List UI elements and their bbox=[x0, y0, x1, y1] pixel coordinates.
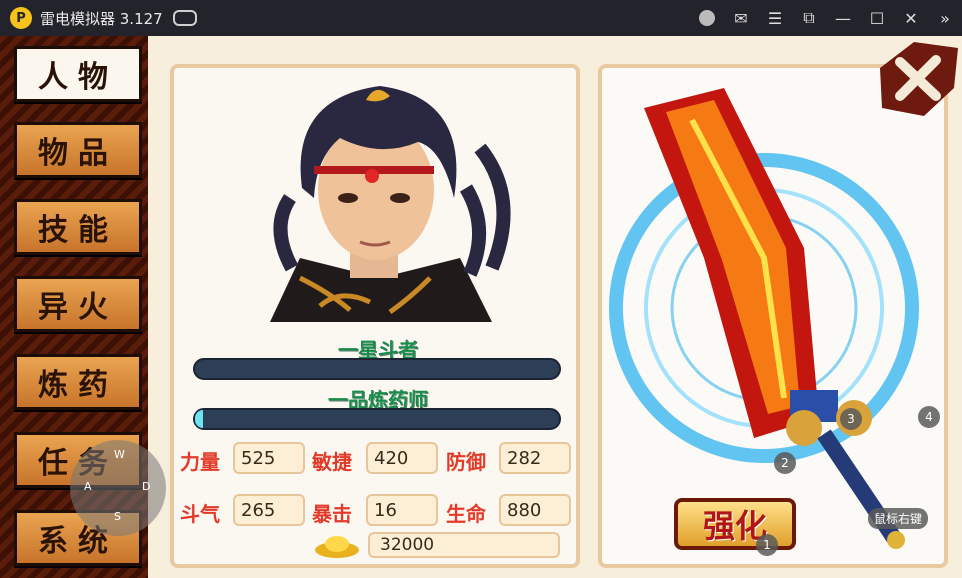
stat-label-agility: 敏捷 bbox=[312, 450, 352, 474]
stat-value-crit: 16 bbox=[366, 494, 438, 526]
tab-label: 异火 bbox=[38, 290, 118, 325]
key-badge[interactable]: 1 bbox=[756, 534, 778, 556]
joystick-key-up: W bbox=[114, 448, 125, 461]
stat-label-douqi: 斗气 bbox=[180, 502, 220, 526]
stat-label-strength: 力量 bbox=[180, 450, 220, 474]
expand-sidebar-icon[interactable]: » bbox=[928, 0, 962, 36]
close-icon[interactable]: ✕ bbox=[894, 0, 928, 36]
stat-value-agility: 420 bbox=[366, 442, 438, 474]
tab-items[interactable]: 物品 bbox=[14, 122, 142, 178]
close-panel-icon[interactable] bbox=[874, 38, 960, 118]
maximize-icon[interactable]: ☐ bbox=[860, 0, 894, 36]
window-title: 雷电模拟器 3.127 bbox=[40, 9, 163, 28]
stat-label-life: 生命 bbox=[446, 502, 486, 526]
gamepad-icon[interactable] bbox=[172, 10, 197, 26]
alchemy-progress-bar bbox=[193, 408, 561, 430]
joystick-key-down: S bbox=[114, 510, 121, 523]
account-icon[interactable] bbox=[690, 0, 724, 36]
tab-character[interactable]: 人物 bbox=[14, 46, 142, 102]
progress-fill bbox=[195, 410, 203, 428]
stat-label-crit: 暴击 bbox=[312, 502, 352, 526]
game-screen: 人物 物品 技能 异火 炼药 任务 系统 一星斗者 一品炼药师 力量 525 敏… bbox=[0, 36, 962, 578]
stat-label-defense: 防御 bbox=[446, 450, 486, 474]
tab-label: 物品 bbox=[38, 136, 118, 171]
minimize-icon[interactable]: — bbox=[826, 0, 860, 36]
joystick-key-left: A bbox=[84, 480, 92, 493]
menu-icon[interactable]: ☰ bbox=[758, 0, 792, 36]
tab-label: 人物 bbox=[38, 60, 118, 95]
stat-value-defense: 282 bbox=[499, 442, 571, 474]
stat-value-life: 880 bbox=[499, 494, 571, 526]
tab-label: 炼药 bbox=[38, 368, 118, 403]
key-badge[interactable]: 3 bbox=[840, 408, 862, 430]
emulator-titlebar: P 雷电模拟器 3.127 ✉ ☰ ⧉ — ☐ ✕ » bbox=[0, 0, 962, 36]
weapon-artwork bbox=[609, 88, 919, 549]
gold-ingot-icon bbox=[315, 536, 359, 558]
character-portrait bbox=[270, 86, 511, 322]
stat-value-douqi: 265 bbox=[233, 494, 305, 526]
key-badge[interactable]: 2 bbox=[774, 452, 796, 474]
joystick-overlay[interactable]: W A D S bbox=[70, 440, 166, 536]
tab-alchemy[interactable]: 炼药 bbox=[14, 354, 142, 410]
app-logo-icon: P bbox=[10, 7, 32, 29]
tab-label: 技能 bbox=[38, 213, 118, 248]
right-click-hint[interactable]: 鼠标右键 bbox=[868, 508, 929, 529]
gold-amount: 32000 bbox=[368, 532, 560, 558]
rank-progress-bar bbox=[193, 358, 561, 380]
mail-icon[interactable]: ✉ bbox=[724, 0, 758, 36]
key-badge[interactable]: 4 bbox=[918, 406, 940, 428]
stat-value-strength: 525 bbox=[233, 442, 305, 474]
screenshot-icon[interactable]: ⧉ bbox=[792, 0, 826, 36]
tab-skills[interactable]: 技能 bbox=[14, 199, 142, 255]
tab-strange-fire[interactable]: 异火 bbox=[14, 276, 142, 332]
joystick-key-right: D bbox=[142, 480, 151, 493]
